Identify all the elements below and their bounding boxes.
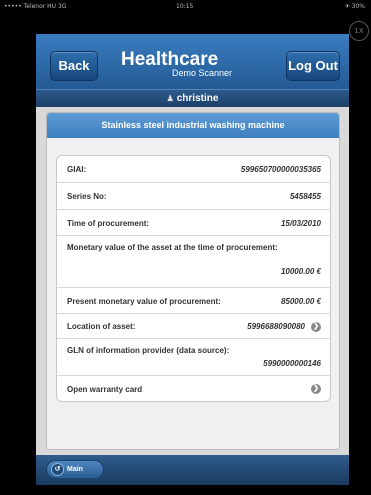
location-value: 5996688090080 [247,322,305,331]
clock: 10:15 [176,3,194,10]
asset-title: Stainless steel industrial washing machi… [47,113,339,138]
series-row: Series No: 5458455 [57,182,330,209]
status-bar: ••••• Telenor HU 3G 10:15 ✈ 30% [0,0,371,14]
chevron-right-icon[interactable]: ❯ [311,322,321,332]
footer-bar: ↺ Main [36,455,349,485]
logout-button[interactable]: Log Out [286,51,340,81]
home-icon: ↺ [51,463,64,476]
user-bar: ♟ christine [36,89,349,107]
asset-card: Stainless steel industrial washing machi… [46,112,340,450]
present-value-value: 85000.00 € [280,297,321,306]
user-icon: ♟ [166,94,174,103]
series-value: 5458455 [289,192,321,201]
procurement-time-row: Time of procurement: 15/03/2010 [57,209,330,235]
present-value-row: Present monetary value of procurement: 8… [57,287,330,313]
present-value-label: Present monetary value of procurement: [67,297,221,306]
giai-value: 599650700000035365 [240,165,321,174]
warranty-row[interactable]: Open warranty card ❯ [57,375,330,401]
header: Back Healthcare Demo Scanner Log Out [36,34,349,89]
gln-row: GLN of information provider (data source… [57,338,330,375]
zoom-badge[interactable]: 1X [349,21,369,41]
chevron-right-icon[interactable]: ❯ [311,384,321,394]
back-button[interactable]: Back [50,51,98,81]
procurement-time-value: 15/03/2010 [280,219,321,228]
gln-label: GLN of information provider (data source… [67,346,230,355]
series-label: Series No: [67,192,107,201]
giai-row: GIAI: 599650700000035365 [57,156,330,182]
app-subtitle: Demo Scanner [172,68,233,78]
original-value-label: Monetary value of the asset at the time … [67,243,278,252]
battery-indicator: ✈ 30% [344,3,365,10]
main-button[interactable]: ↺ Main [46,460,104,479]
gln-value: 5990000000146 [263,359,321,368]
username: christine [176,93,219,104]
giai-label: GIAI: [67,165,87,174]
asset-details-list: GIAI: 599650700000035365 Series No: 5458… [56,155,331,402]
original-value-value: 10000.00 € [280,267,321,276]
main-button-label: Main [67,466,83,473]
procurement-time-label: Time of procurement: [67,219,150,228]
warranty-label: Open warranty card [67,385,143,394]
location-label: Location of asset: [67,322,136,331]
carrier-text: ••••• Telenor HU 3G [4,3,67,10]
app-window: Back Healthcare Demo Scanner Log Out ♟ ch… [36,34,349,485]
original-value-row: Monetary value of the asset at the time … [57,235,330,287]
location-row[interactable]: Location of asset: 5996688090080 ❯ [57,313,330,338]
